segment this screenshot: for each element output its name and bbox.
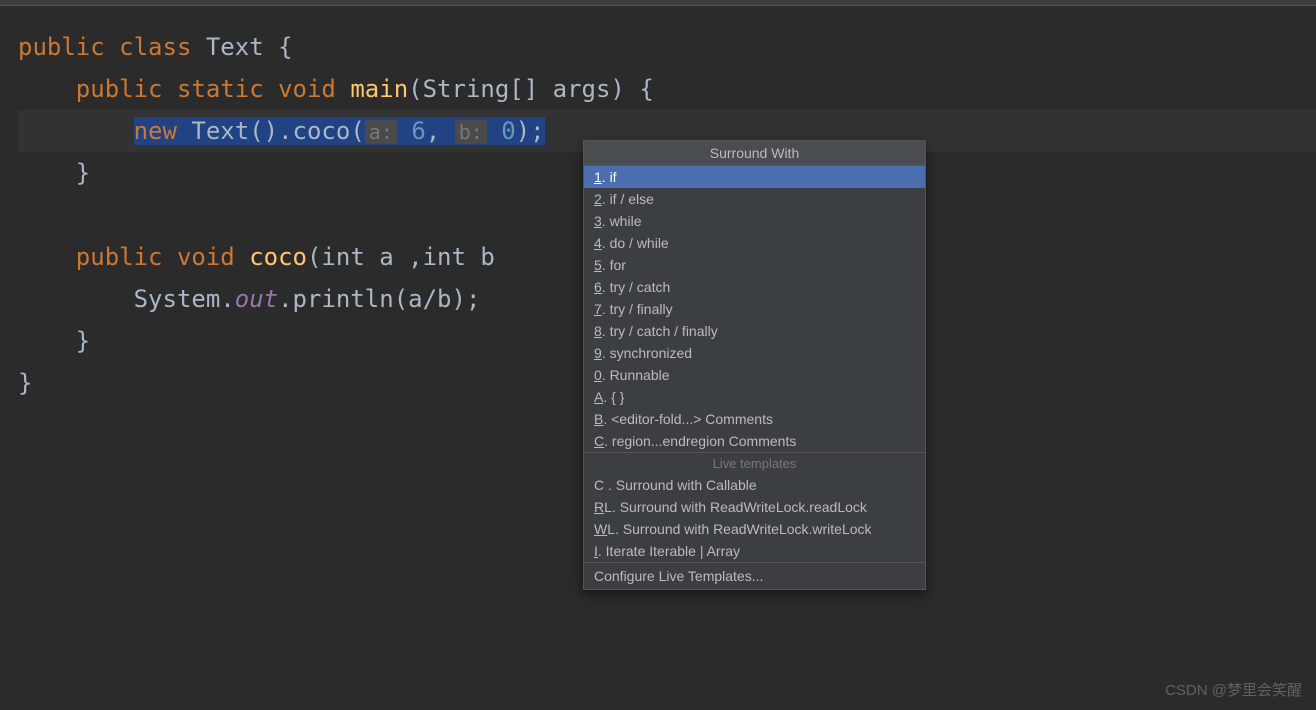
mnemonic: 4 <box>594 235 602 251</box>
popup-separator-live-templates: Live templates <box>584 452 925 474</box>
code-line-2[interactable]: public static void main(String[] args) { <box>18 68 1316 110</box>
indent <box>18 285 134 313</box>
method-name-main: main <box>350 75 408 103</box>
popup-item-synchronized[interactable]: 9. synchronized <box>584 342 925 364</box>
mnemonic: C <box>594 433 604 449</box>
popup-item-if[interactable]: 1. if <box>584 166 925 188</box>
popup-items-main: 1. if 2. if / else 3. while 4. do / whil… <box>584 166 925 452</box>
key-rest: L <box>604 499 612 515</box>
item-label: . { } <box>603 389 624 405</box>
key-rest: L <box>607 521 615 537</box>
surround-with-popup: Surround With 1. if 2. if / else 3. whil… <box>583 140 926 590</box>
mnemonic: 1 <box>594 169 602 185</box>
mnemonic: W <box>594 521 607 537</box>
keyword-public: public class <box>18 33 206 61</box>
system: System. <box>134 285 235 313</box>
item-label: . do / while <box>602 235 669 251</box>
item-label: . Runnable <box>602 367 670 383</box>
popup-item-writelock[interactable]: WL. Surround with ReadWriteLock.writeLoc… <box>584 518 925 540</box>
item-label: . <editor-fold...> Comments <box>603 411 773 427</box>
indent <box>18 75 76 103</box>
params: (String[] args) { <box>408 75 654 103</box>
item-label: . while <box>602 213 642 229</box>
call: Text().coco( <box>191 117 364 145</box>
out-field: out <box>235 285 278 313</box>
indent <box>18 243 76 271</box>
mnemonic: 3 <box>594 213 602 229</box>
item-label: . try / catch / finally <box>602 323 718 339</box>
mnemonic: 0 <box>594 367 602 383</box>
params: (int a ,int b <box>307 243 495 271</box>
item-label: . Surround with ReadWriteLock.readLock <box>612 499 867 515</box>
popup-item-do-while[interactable]: 4. do / while <box>584 232 925 254</box>
mnemonic: B <box>594 411 603 427</box>
item-label: . Surround with ReadWriteLock.writeLock <box>615 521 872 537</box>
popup-item-callable[interactable]: C . Surround with Callable <box>584 474 925 496</box>
item-label: . try / finally <box>602 301 673 317</box>
item-label: . Iterate Iterable | Array <box>598 543 740 559</box>
popup-item-if-else[interactable]: 2. if / else <box>584 188 925 210</box>
mnemonic: C <box>594 477 608 493</box>
popup-item-editor-fold[interactable]: B. <editor-fold...> Comments <box>584 408 925 430</box>
popup-item-try-catch[interactable]: 6. try / catch <box>584 276 925 298</box>
code-line-1[interactable]: public class Text { <box>18 26 1316 68</box>
item-label: . Surround with Callable <box>608 477 757 493</box>
comma: , <box>426 117 455 145</box>
mnemonic: 5 <box>594 257 602 273</box>
mnemonic: A <box>594 389 603 405</box>
item-label: . if / else <box>602 191 654 207</box>
param-hint-b: b: <box>455 120 487 144</box>
class-name: Text <box>206 33 264 61</box>
modifiers: public static void <box>76 75 351 103</box>
popup-item-region[interactable]: C. region...endregion Comments <box>584 430 925 452</box>
watermark: CSDN @梦里会笑醒 <box>1165 679 1302 700</box>
item-label: . region...endregion Comments <box>604 433 796 449</box>
item-label: . synchronized <box>602 345 692 361</box>
modifiers: public void <box>76 243 249 271</box>
popup-item-braces[interactable]: A. { } <box>584 386 925 408</box>
mnemonic: 9 <box>594 345 602 361</box>
popup-title: Surround With <box>584 141 925 166</box>
mnemonic: 8 <box>594 323 602 339</box>
item-label: . for <box>602 257 626 273</box>
popup-item-try-catch-finally[interactable]: 8. try / catch / finally <box>584 320 925 342</box>
popup-item-try-finally[interactable]: 7. try / finally <box>584 298 925 320</box>
arg-0: 0 <box>487 117 516 145</box>
keyword-new: new <box>134 117 192 145</box>
indent <box>18 117 134 145</box>
method-name-coco: coco <box>249 243 307 271</box>
popup-item-readlock[interactable]: RL. Surround with ReadWriteLock.readLock <box>584 496 925 518</box>
mnemonic: R <box>594 499 604 515</box>
println-call: .println(a/b); <box>278 285 480 313</box>
brace: { <box>264 33 293 61</box>
popup-item-iterate[interactable]: I. Iterate Iterable | Array <box>584 540 925 562</box>
popup-item-runnable[interactable]: 0. Runnable <box>584 364 925 386</box>
selected-code[interactable]: new Text().coco(a: 6, b: 0); <box>134 117 545 145</box>
item-label: . if <box>602 169 617 185</box>
mnemonic: 2 <box>594 191 602 207</box>
mnemonic: 6 <box>594 279 602 295</box>
param-hint-a: a: <box>365 120 397 144</box>
arg-6: 6 <box>397 117 426 145</box>
popup-footer-configure[interactable]: Configure Live Templates... <box>584 562 925 589</box>
call-end: ); <box>516 117 545 145</box>
item-label: . try / catch <box>602 279 670 295</box>
popup-items-live: C . Surround with Callable RL. Surround … <box>584 474 925 562</box>
mnemonic: 7 <box>594 301 602 317</box>
popup-item-for[interactable]: 5. for <box>584 254 925 276</box>
popup-item-while[interactable]: 3. while <box>584 210 925 232</box>
